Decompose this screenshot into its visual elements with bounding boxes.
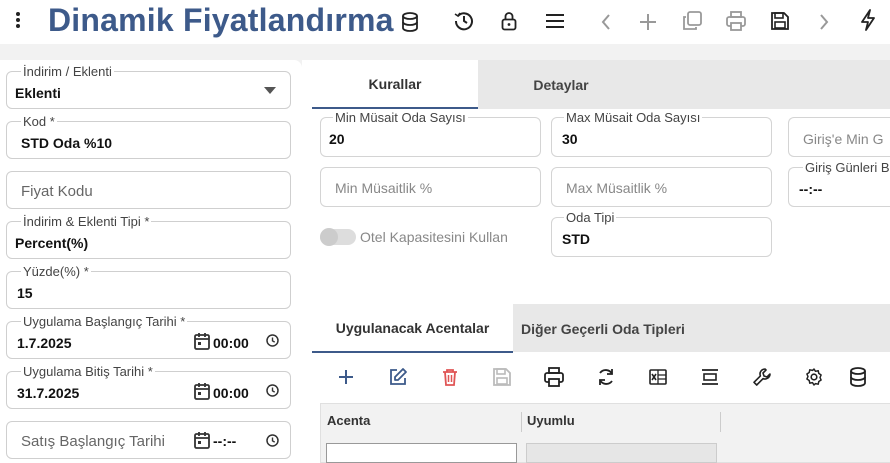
min-musait-oda-label: Min Müsait Oda Sayısı: [333, 110, 468, 125]
fiyat-kodu-placeholder: Fiyat Kodu: [21, 183, 93, 200]
bitis-date-value: 31.7.2025: [17, 385, 80, 401]
baslangic-date-field[interactable]: Uygulama Başlangıç Tarihi * 1.7.2025 00:…: [6, 315, 291, 359]
chevron-right-icon[interactable]: [812, 10, 836, 34]
bitis-date-field[interactable]: Uygulama Bitiş Tarihi * 31.7.2025 00:00: [6, 365, 291, 409]
page-title: Dinamik Fiyatlandırma: [48, 2, 394, 38]
indirim-eklenti-label: İndirim / Eklenti: [21, 64, 114, 79]
kod-label: Kod *: [21, 114, 57, 129]
plus-icon[interactable]: [636, 10, 660, 34]
lightning-icon[interactable]: [856, 8, 880, 32]
history-icon[interactable]: [452, 9, 476, 33]
save-icon[interactable]: [768, 9, 792, 33]
column-header-acenta[interactable]: Acenta: [327, 413, 370, 428]
satis-baslangic-time: --:--: [213, 433, 237, 449]
min-musait-oda-field[interactable]: Min Müsait Oda Sayısı 20: [320, 111, 541, 157]
clock-icon[interactable]: [265, 433, 279, 447]
lock-icon[interactable]: [497, 9, 521, 33]
chevron-left-icon[interactable]: [594, 10, 618, 34]
min-musait-oda-value: 20: [329, 131, 345, 147]
dropdown-arrow-icon[interactable]: [264, 86, 276, 94]
grid-header: Acenta Uyumlu: [321, 404, 721, 438]
giris-min-field[interactable]: Giriş'e Min G: [788, 117, 890, 157]
copy-icon[interactable]: [680, 9, 704, 33]
calendar-icon[interactable]: [193, 430, 211, 450]
tab-kurallar[interactable]: Kurallar: [312, 60, 478, 109]
max-musait-oda-label: Max Müsait Oda Sayısı: [564, 110, 703, 125]
max-musait-oda-field[interactable]: Max Müsait Oda Sayısı 30: [551, 111, 772, 157]
edit-icon[interactable]: [386, 366, 410, 388]
tab-diger-oda-tipleri[interactable]: Diğer Geçerli Oda Tipleri: [513, 304, 693, 353]
satis-baslangic-placeholder: Satış Başlangıç Tarihi: [21, 433, 165, 450]
wrench-icon[interactable]: [750, 366, 774, 388]
giris-min-placeholder: Giriş'e Min G: [803, 131, 884, 147]
tab-detaylar[interactable]: Detaylar: [478, 60, 644, 109]
clock-icon[interactable]: [265, 333, 279, 347]
menu-icon[interactable]: [543, 9, 567, 33]
column-divider[interactable]: [521, 412, 522, 432]
max-musaitlik-placeholder: Max Müsaitlik %: [566, 180, 668, 196]
tab-uygulanacak-acentalar[interactable]: Uygulanacak Acentalar: [312, 304, 513, 353]
database-icon[interactable]: [846, 366, 870, 388]
indirim-eklenti-select[interactable]: İndirim / Eklenti Eklenti: [6, 65, 291, 109]
excel-icon[interactable]: [646, 366, 670, 388]
yuzde-label: Yüzde(%) *: [21, 264, 91, 279]
tip-value: Percent(%): [15, 235, 89, 251]
satis-baslangic-field[interactable]: Satış Başlangıç Tarihi --:--: [6, 421, 291, 459]
min-musaitlik-field[interactable]: Min Müsaitlik %: [320, 167, 541, 207]
refresh-icon[interactable]: [594, 366, 618, 388]
giris-gunleri-value: --:--: [799, 181, 823, 197]
min-musaitlik-placeholder: Min Müsaitlik %: [335, 180, 433, 196]
row-height-icon[interactable]: [698, 366, 722, 388]
oda-tipi-value: STD: [562, 231, 590, 247]
bitis-time-value: 00:00: [213, 385, 249, 401]
fiyat-kodu-field[interactable]: Fiyat Kodu: [6, 171, 291, 209]
toggle-knob: [320, 228, 338, 246]
kod-field[interactable]: Kod * STD Oda %10: [6, 115, 291, 159]
otel-kapasite-toggle[interactable]: [320, 228, 356, 246]
baslangic-time-value: 00:00: [213, 335, 249, 351]
settings-icon[interactable]: [802, 366, 826, 388]
kod-value: STD Oda %10: [21, 135, 113, 151]
tip-field[interactable]: İndirim & Eklenti Tipi * Percent(%): [6, 215, 291, 259]
add-icon[interactable]: [334, 366, 358, 388]
giris-gunleri-field[interactable]: Giriş Günleri B --:--: [788, 161, 890, 207]
baslangic-label: Uygulama Başlangıç Tarihi *: [21, 314, 188, 329]
otel-kapasite-label: Otel Kapasitesini Kullan: [360, 229, 508, 245]
tip-label: İndirim & Eklenti Tipi *: [21, 214, 152, 229]
clock-icon[interactable]: [265, 383, 279, 397]
indirim-eklenti-value: Eklenti: [15, 85, 61, 101]
max-musait-oda-value: 30: [562, 131, 578, 147]
max-musaitlik-field[interactable]: Max Müsaitlik %: [551, 167, 772, 207]
filter-input-acenta[interactable]: [326, 443, 517, 463]
calendar-icon[interactable]: [193, 381, 211, 401]
oda-tipi-field[interactable]: Oda Tipi STD: [551, 211, 772, 257]
calendar-icon[interactable]: [193, 331, 211, 351]
yuzde-value: 15: [17, 285, 33, 301]
baslangic-date-value: 1.7.2025: [17, 335, 72, 351]
column-divider[interactable]: [720, 412, 721, 432]
column-header-uyumlu[interactable]: Uyumlu: [527, 413, 575, 428]
oda-tipi-label: Oda Tipi: [564, 210, 617, 225]
save-icon[interactable]: [490, 366, 514, 388]
bottom-tabs: Uygulanacak Acentalar Diğer Geçerli Oda …: [312, 304, 890, 353]
database-icon[interactable]: [398, 10, 422, 34]
acenta-grid: Acenta Uyumlu: [320, 403, 890, 463]
bitis-label: Uygulama Bitiş Tarihi *: [21, 364, 155, 379]
print-icon[interactable]: [542, 366, 566, 388]
print-icon[interactable]: [724, 9, 748, 33]
yuzde-field[interactable]: Yüzde(%) * 15: [6, 265, 291, 309]
delete-icon[interactable]: [438, 366, 462, 388]
more-vertical-icon[interactable]: [8, 10, 28, 30]
giris-gunleri-label: Giriş Günleri B: [803, 160, 890, 175]
filter-input-uyumlu: [526, 443, 717, 463]
top-toolbar: Dinamik Fiyatlandırma: [0, 0, 890, 44]
top-tabs: Kurallar Detaylar: [312, 60, 890, 109]
